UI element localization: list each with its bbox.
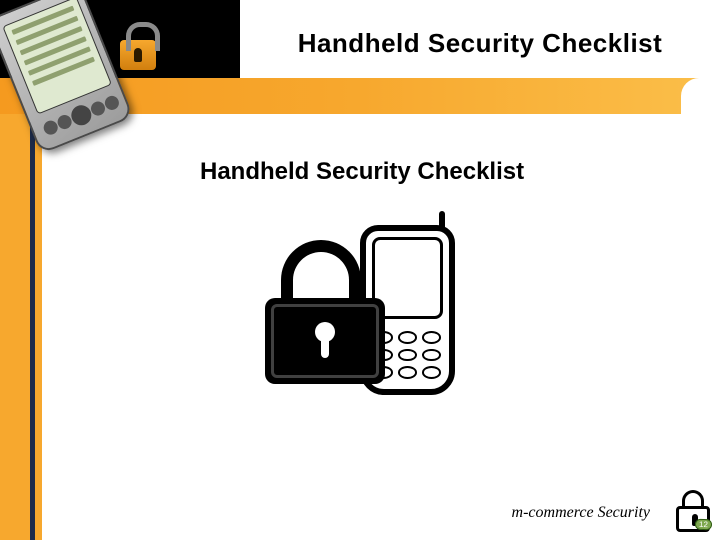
left-accent-strip [0, 114, 42, 540]
center-illustration [265, 220, 465, 410]
page-title: Handheld Security Checklist [260, 28, 700, 59]
pda-device-icon [0, 0, 134, 154]
footer-caption: m-commerce Security [512, 504, 650, 522]
padlock-icon [265, 240, 395, 390]
corner-lock-icon [120, 40, 156, 70]
slide-subtitle: Handheld Security Checklist [200, 158, 524, 186]
footer-lock-icon: 12 [676, 490, 710, 532]
slide-number-badge: 12 [695, 519, 712, 531]
lock-icon [120, 40, 156, 70]
